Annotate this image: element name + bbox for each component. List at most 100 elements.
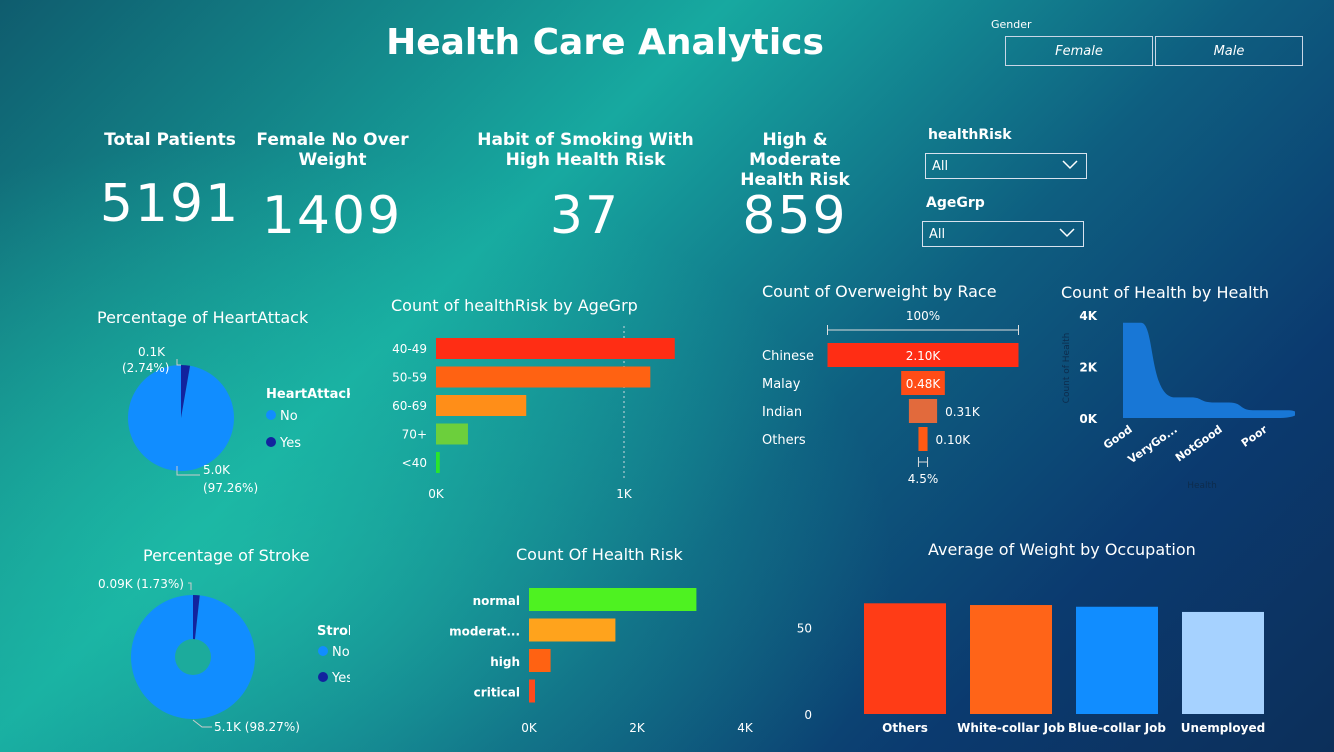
- pie-label-yes-value-text: 0.09K: [98, 577, 134, 591]
- bar[interactable]: [436, 366, 651, 388]
- pie-label-no-value: 5.1K (98.27%): [214, 720, 300, 734]
- kpi-female-no-overweight-value: 1409: [261, 186, 403, 246]
- x-tick-label: Poor: [1239, 422, 1270, 449]
- overweight-race-funnel-chart: 100% Chinese 2.10K Malay 0.48K Indian 0.31K Oth…: [762, 309, 1019, 486]
- legend-no-label: No: [280, 409, 298, 424]
- pie-label-yes-value: 0.09K (1.73%): [98, 577, 184, 591]
- funnel-top-bracket: [827, 325, 1019, 335]
- healthrisk-filter-label: healthRisk: [928, 127, 1012, 143]
- health-risk-bar-chart: normal moderat... high critical 0K 2K 4K: [449, 588, 754, 735]
- y-tick-label: 4K: [1079, 309, 1097, 323]
- category-label: Chinese: [762, 349, 814, 364]
- x-tick-label: Others: [882, 721, 928, 735]
- leader-line: [176, 359, 181, 366]
- y-tick-label: 2K: [1079, 361, 1097, 375]
- category-label: Others: [762, 433, 806, 448]
- legend-no-marker: [266, 410, 276, 420]
- kpi-total-patients-value: 5191: [99, 174, 241, 234]
- pie-label-yes-pct: (1.73%): [136, 577, 183, 591]
- chevron-down-icon: [1059, 228, 1075, 238]
- bar[interactable]: [529, 588, 697, 611]
- category-label: Indian: [762, 405, 802, 420]
- category-label: 40-49: [392, 342, 427, 356]
- heartattack-chart-title: Percentage of HeartAttack: [97, 308, 309, 327]
- health-by-health-area-chart: 0K 2K 4K Count of Health GoodVeryGo...NotGoo…: [1062, 309, 1295, 491]
- healthrisk-agegrp-chart-title: Count of healthRisk by AgeGrp: [391, 296, 638, 315]
- bar[interactable]: [436, 423, 468, 445]
- bar[interactable]: [529, 618, 616, 642]
- healthrisk-agegrp-bar-chart: 40-49 50-59 60-69 70+ <40 0K 1K: [392, 326, 675, 501]
- weight-occupation-chart-title: Average of Weight by Occupation: [928, 540, 1196, 559]
- funnel-bar[interactable]: [908, 399, 938, 423]
- healthrisk-dropdown[interactable]: All: [925, 153, 1087, 179]
- legend-yes-label: Yes: [331, 671, 350, 686]
- heartattack-pie-chart: 0.1K (2.74%) 5.0K (97.26%) HeartAttack N…: [122, 345, 350, 495]
- healthrisk-dropdown-value: All: [932, 158, 949, 174]
- bar[interactable]: [529, 679, 535, 703]
- category-label: critical: [474, 686, 520, 700]
- x-tick-label: NotGood: [1173, 423, 1225, 465]
- chevron-down-icon: [1062, 160, 1078, 170]
- bar[interactable]: [529, 649, 551, 672]
- y-axis-label: Count of Health: [1062, 333, 1072, 404]
- agegrp-filter-label: AgeGrp: [926, 195, 985, 211]
- x-axis-label: Health: [1187, 481, 1217, 491]
- kpi-high-moderate-risk-value: 859: [742, 186, 848, 246]
- heartattack-legend-title: HeartAttack: [266, 387, 350, 402]
- pie-label-no-pct: (97.26%): [203, 481, 258, 495]
- category-label: normal: [473, 594, 520, 608]
- x-tick-label: VeryGo...: [1125, 423, 1179, 466]
- gender-female-button[interactable]: Female: [1005, 36, 1153, 66]
- funnel-top-annotation: 100%: [906, 309, 940, 323]
- category-label: 60-69: [392, 399, 427, 413]
- funnel-bottom-bracket: [917, 457, 929, 467]
- health-risk-chart-title: Count Of Health Risk: [516, 545, 683, 564]
- x-tick-label: 1K: [616, 487, 633, 501]
- category-label: <40: [402, 456, 427, 470]
- category-band: [1215, 315, 1229, 418]
- bar[interactable]: [436, 338, 675, 359]
- gender-slicer-label: Gender: [991, 18, 1032, 31]
- y-tick-label: 50: [797, 622, 812, 636]
- x-tick-label: 0K: [428, 487, 445, 501]
- area-series[interactable]: [1123, 322, 1295, 418]
- bar[interactable]: [436, 395, 527, 416]
- column[interactable]: [1182, 611, 1264, 714]
- agegrp-dropdown[interactable]: All: [922, 221, 1084, 247]
- funnel-bottom-annotation: 4.5%: [908, 472, 939, 486]
- leader-line: [192, 719, 212, 728]
- pie-label-yes-value: 0.1K: [138, 345, 166, 359]
- bar[interactable]: [436, 452, 440, 473]
- category-label: moderat...: [449, 625, 520, 639]
- weight-occupation-column-chart: 0 50 Others White-collar Job Blue-collar Job…: [797, 603, 1265, 735]
- legend-no-label: No: [332, 645, 350, 660]
- legend-yes-marker: [266, 437, 276, 447]
- stroke-chart-title: Percentage of Stroke: [143, 546, 310, 565]
- funnel-bar[interactable]: [918, 427, 928, 451]
- leader-line: [188, 582, 192, 590]
- kpi-smoking-high-risk-label: Habit of Smoking With High Health Risk: [477, 130, 694, 170]
- pie-label-no-value: 5.0K: [203, 463, 231, 477]
- x-tick-label: White-collar Job: [957, 721, 1065, 735]
- y-tick-label: 0: [804, 708, 812, 722]
- kpi-total-patients-label: Total Patients: [104, 130, 236, 150]
- x-tick-label: 4K: [737, 721, 754, 735]
- gender-male-button[interactable]: Male: [1155, 36, 1303, 66]
- x-tick-label: Unemployed: [1181, 721, 1265, 735]
- agegrp-dropdown-value: All: [929, 226, 946, 242]
- column[interactable]: [1076, 606, 1158, 714]
- stroke-legend-title: Stroke: [317, 624, 350, 639]
- pie-label-yes-pct: (2.74%): [122, 361, 169, 375]
- legend-yes-marker: [318, 672, 328, 682]
- data-label: 2.10K: [906, 349, 942, 363]
- category-label: high: [490, 655, 520, 669]
- donut-hole: [175, 639, 211, 675]
- pie-label-no-value-text: 5.1K: [214, 720, 242, 734]
- kpi-female-no-overweight-label: Female No Over Weight: [256, 130, 409, 170]
- column[interactable]: [970, 605, 1052, 714]
- data-label: 0.48K: [906, 377, 942, 391]
- column[interactable]: [864, 603, 946, 714]
- pie-label-no-pct: (98.27%): [245, 720, 300, 734]
- overweight-race-chart-title: Count of Overweight by Race: [762, 282, 997, 301]
- health-by-health-chart-title: Count of Health by Health: [1061, 283, 1269, 302]
